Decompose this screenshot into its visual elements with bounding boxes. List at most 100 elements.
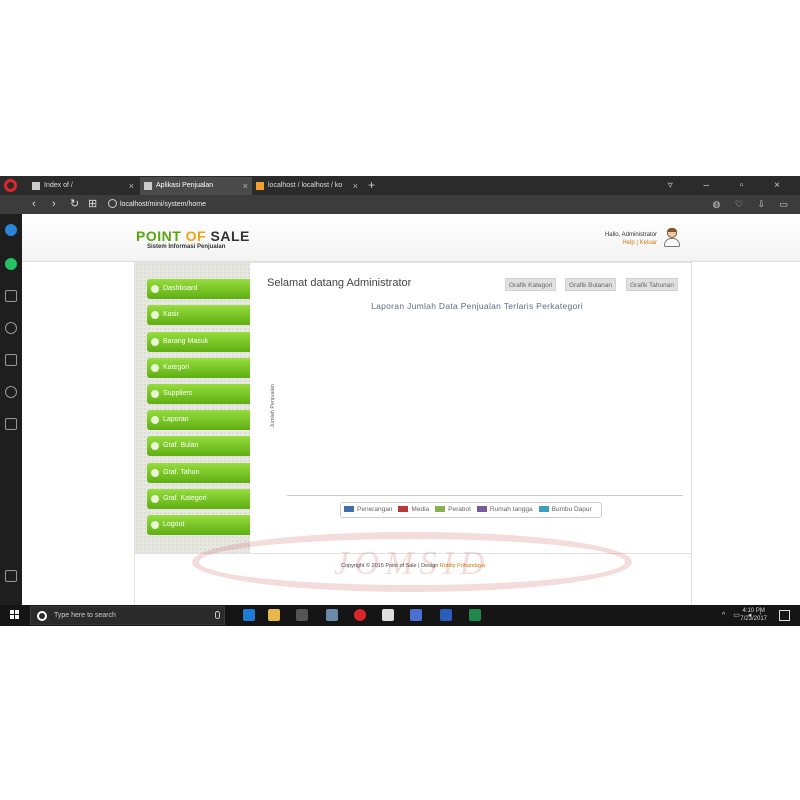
menu-item-suppliers[interactable]: Suppliers [147,384,250,404]
tab-localhost-phpmyadmin[interactable]: localhost / localhost / ko × [252,177,362,195]
messenger-icon[interactable] [5,224,17,236]
menu-item-label: Dashboard [163,285,198,292]
bullet-icon [151,364,159,372]
close-tab-icon[interactable]: × [129,177,134,195]
menu-item-graf-bulan[interactable]: Graf. Bulan [147,436,250,456]
menu-item-dashboard[interactable]: Dashboard [147,279,250,299]
legend-item[interactable]: Media [398,503,429,517]
speed-dial-icon[interactable]: ⊞ [88,195,97,214]
site-logo[interactable]: POINT OF SALE [136,228,250,244]
x-axis-line [287,495,683,496]
menu-item-laporan[interactable]: Laporan [147,410,250,430]
whatsapp-icon[interactable] [5,258,17,270]
menu-item-label: Barang Masuk [163,338,209,345]
greeting-text: Hallo, Administrator [604,232,657,238]
close-tab-icon[interactable]: × [353,177,358,195]
menu-item-logout[interactable]: Logout [147,515,250,535]
browser-tab-bar: Index of / × Aplikasi Penjualan × localh… [0,176,800,195]
sidebar-menu: Dashboard Kasir Barang Masuk Kategori Su… [135,263,250,553]
y-axis-label: Jumlah Penjualan [269,384,276,428]
app-icon[interactable] [410,609,422,621]
menu-item-label: Laporan [163,416,189,423]
bullet-icon [151,311,159,319]
legend-label: Media [411,506,430,513]
tab-aplikasi-penjualan[interactable]: Aplikasi Penjualan × [140,177,252,195]
page-icon [32,182,40,190]
legend-item[interactable]: Perabot [435,503,471,517]
clock-time: 4:10 PM [742,608,765,614]
address-bar: ‹ › ↻ ⊞ localhost/mini/system/home ◍ ♡ ⇩… [0,195,800,214]
menu-item-label: Suppliers [163,390,193,397]
app-icon[interactable] [326,609,338,621]
opera-taskbar-icon[interactable] [354,609,366,621]
tab-title: Index of / [44,182,73,189]
bullet-icon [151,521,159,529]
screenshot: Index of / × Aplikasi Penjualan × localh… [0,176,800,626]
legend-label: Rumah tangga [489,506,533,513]
legend-swatch [398,506,409,512]
back-icon[interactable]: ‹ [32,195,36,214]
excel-icon[interactable] [469,609,481,621]
history-icon[interactable] [5,386,17,398]
logo-word-of: OF [185,228,207,244]
legend-label: Perabot [448,506,471,513]
phpmyadmin-icon [256,182,264,190]
menu-item-kasir[interactable]: Kasir [147,305,250,325]
legend-label: Penerangan [357,506,393,513]
reload-icon[interactable]: ↻ [70,195,79,214]
menu-item-label: Logout [163,521,185,528]
new-tab-icon[interactable]: + [368,176,375,194]
url-field[interactable]: localhost/mini/system/home [120,198,206,211]
word-icon[interactable] [440,609,452,621]
menu-item-label: Graf. Tahun [163,469,200,476]
tab-index-of[interactable]: Index of / × [28,177,138,195]
bullet-icon [151,338,159,346]
menu-item-kategori[interactable]: Kategori [147,358,250,378]
grafik-kategori-button[interactable]: Grafik Kategori [505,278,557,291]
browser-sidebar [0,214,22,605]
menu-item-graf-kategori[interactable]: Graf. Kategori [147,489,250,509]
logout-link[interactable]: Keluar [640,240,657,246]
legend-swatch [435,506,446,512]
clock-date: 7/23/2017 [740,616,767,622]
grafik-bulanan-button[interactable]: Grafik Bulanan [565,278,616,291]
close-tab-icon[interactable]: × [243,177,248,195]
legend-label: Bumbu Dapur [551,506,592,513]
file-explorer-icon[interactable] [268,609,280,621]
watermark-text: JOMSID [333,545,491,582]
taskbar-clock[interactable]: 4:10 PM 7/23/2017 [740,607,767,623]
forward-icon[interactable]: › [52,195,56,214]
menu-item-barang-masuk[interactable]: Barang Masuk [147,332,250,352]
windows-start-icon[interactable] [10,610,20,620]
store-icon[interactable] [296,609,308,621]
extensions-icon[interactable] [5,418,17,430]
news-icon[interactable] [5,354,17,366]
tab-title: Aplikasi Penjualan [156,182,214,189]
site-subtitle: Sistem Informasi Penjualan [147,244,226,250]
edge-icon[interactable] [243,609,255,621]
mail-icon[interactable] [382,609,394,621]
search-placeholder: Type here to search [54,612,116,619]
grafik-tahunan-button[interactable]: Grafik Tahunan [626,278,678,291]
menu-item-graf-tahun[interactable]: Graf. Tahun [147,463,250,483]
taskbar-search-input[interactable]: Type here to search [30,606,225,625]
bullet-icon [151,416,159,424]
logo-word-sale: SALE [210,228,250,244]
globe-icon [108,199,117,208]
opera-logo-icon[interactable] [4,179,17,192]
notifications-icon[interactable] [779,610,790,621]
legend-item[interactable]: Penerangan [344,503,392,517]
legend-item[interactable]: Bumbu Dapur [538,503,592,517]
menu-item-label: Kategori [163,364,190,371]
bookmarks-icon[interactable] [5,322,17,334]
speed-dial-icon[interactable] [5,290,17,302]
link-separator: | [636,240,638,246]
microphone-icon[interactable] [215,611,220,619]
window-controls[interactable]: ▿ – ▫ × [668,176,794,195]
legend-item[interactable]: Rumah tangga [476,503,533,517]
sidebar-toggle-icon[interactable] [5,570,17,582]
address-bar-tools[interactable]: ◍ ♡ ⇩ ▭ [713,195,794,214]
help-link[interactable]: Help [622,240,634,246]
jomsid-watermark: JOMSID [192,532,632,592]
page-icon [144,182,152,190]
